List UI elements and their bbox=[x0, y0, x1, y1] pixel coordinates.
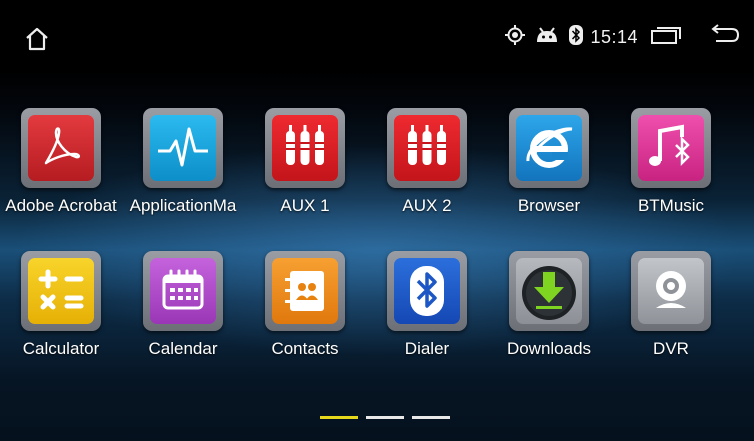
app-tile bbox=[631, 251, 711, 331]
app-label: Contacts bbox=[271, 339, 339, 358]
adobe-acrobat-icon bbox=[28, 115, 94, 181]
dialer-icon bbox=[394, 258, 460, 324]
back-icon[interactable] bbox=[708, 23, 740, 51]
home-icon[interactable] bbox=[24, 26, 50, 52]
app-tile bbox=[509, 108, 589, 188]
app-label: Calendar bbox=[148, 339, 218, 358]
app-label: Downloads bbox=[506, 339, 592, 358]
bt-music-icon bbox=[638, 115, 704, 181]
app-label: DVR bbox=[653, 339, 689, 358]
app-label: ApplicationMa bbox=[129, 196, 237, 215]
page-dot-1[interactable] bbox=[320, 416, 358, 419]
dvr-icon bbox=[638, 258, 704, 324]
app-calculator[interactable]: Calculator bbox=[0, 251, 122, 371]
app-tile bbox=[387, 108, 467, 188]
android-debug-icon bbox=[534, 25, 560, 50]
page-dot-2[interactable] bbox=[366, 416, 404, 419]
downloads-icon bbox=[516, 258, 582, 324]
gps-icon bbox=[504, 24, 526, 51]
app-dialer[interactable]: Dialer bbox=[366, 251, 488, 371]
app-bt-music[interactable]: BTMusic bbox=[610, 108, 732, 228]
app-tile bbox=[143, 251, 223, 331]
status-icons: 15:14 bbox=[504, 22, 740, 52]
app-label: Browser bbox=[517, 196, 581, 215]
home-screen: 15:14 Adobe Acrobat ApplicationMa AUX 1 … bbox=[0, 0, 754, 441]
app-tile bbox=[265, 251, 345, 331]
application-manager-icon bbox=[150, 115, 216, 181]
contacts-icon bbox=[272, 258, 338, 324]
app-label: Calculator bbox=[22, 339, 100, 358]
bluetooth-icon bbox=[568, 24, 584, 51]
recent-apps-icon[interactable] bbox=[650, 25, 682, 50]
aux-icon bbox=[394, 115, 460, 181]
page-dot-3[interactable] bbox=[412, 416, 450, 419]
app-dvr[interactable]: DVR bbox=[610, 251, 732, 371]
app-tile bbox=[509, 251, 589, 331]
app-browser[interactable]: Browser bbox=[488, 108, 610, 228]
app-label: Dialer bbox=[404, 339, 450, 358]
app-downloads[interactable]: Downloads bbox=[488, 251, 610, 371]
app-label: AUX 1 bbox=[280, 196, 330, 215]
page-indicator bbox=[320, 416, 450, 420]
app-label: BTMusic bbox=[637, 196, 705, 215]
app-tile bbox=[631, 108, 711, 188]
app-tile bbox=[21, 251, 101, 331]
app-tile bbox=[21, 108, 101, 188]
app-label: Adobe Acrobat bbox=[5, 196, 117, 215]
app-aux-1[interactable]: AUX 1 bbox=[244, 108, 366, 228]
app-tile bbox=[265, 108, 345, 188]
app-calendar[interactable]: Calendar bbox=[122, 251, 244, 371]
app-label: AUX 2 bbox=[402, 196, 452, 215]
browser-icon bbox=[516, 115, 582, 181]
aux-icon bbox=[272, 115, 338, 181]
app-tile bbox=[143, 108, 223, 188]
app-tile bbox=[387, 251, 467, 331]
app-application-manager[interactable]: ApplicationMa bbox=[122, 108, 244, 228]
app-contacts[interactable]: Contacts bbox=[244, 251, 366, 371]
app-aux-2[interactable]: AUX 2 bbox=[366, 108, 488, 228]
calculator-icon bbox=[28, 258, 94, 324]
clock: 15:14 bbox=[590, 26, 638, 47]
app-adobe-acrobat[interactable]: Adobe Acrobat bbox=[0, 108, 122, 228]
calendar-icon bbox=[150, 258, 216, 324]
status-bar: 15:14 bbox=[0, 0, 754, 72]
